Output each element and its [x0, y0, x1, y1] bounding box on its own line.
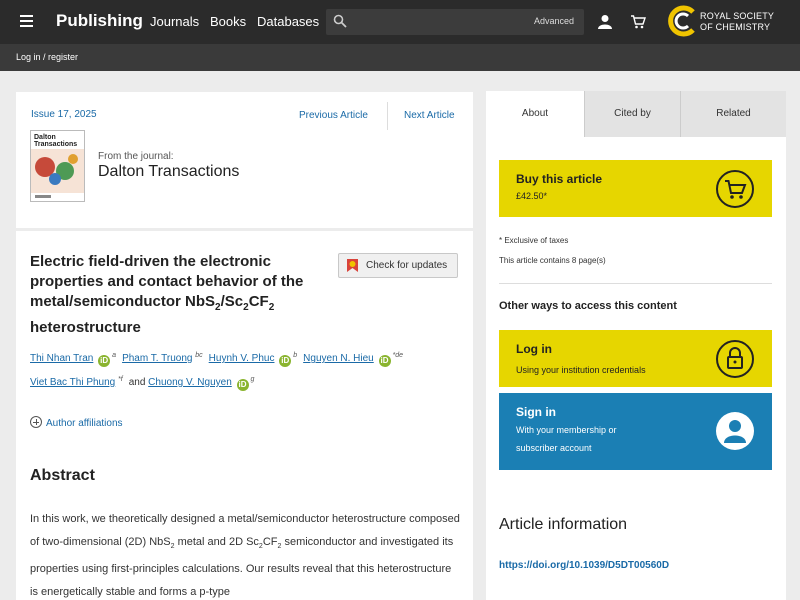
buy-article-button[interactable]: Buy this article £42.50* [499, 160, 772, 217]
author-conjunction: and [128, 377, 149, 388]
orcid-icon[interactable]: iD [279, 355, 292, 367]
orcid-icon[interactable]: iD [236, 379, 249, 391]
sidebar-tabs: About Cited by Related [486, 91, 786, 137]
author-affiliations-toggle[interactable]: Author affiliations [30, 416, 123, 429]
page-count-note: This article contains 8 page(s) [499, 256, 606, 265]
author-link[interactable]: Pham T. Truong [122, 353, 192, 364]
orcid-icon[interactable]: iD [378, 355, 391, 367]
previous-article-link[interactable]: Previous Article [299, 110, 368, 121]
tax-note: * Exclusive of taxes [499, 236, 569, 245]
doi-link[interactable]: https://doi.org/10.1039/D5DT00560D [499, 560, 669, 571]
orcid-icon[interactable]: iD [98, 355, 111, 367]
affiliation-marker: g [250, 376, 255, 383]
tab-about[interactable]: About [486, 91, 584, 137]
journal-card: Issue 17, 2025 Previous Article Next Art… [16, 92, 473, 228]
other-access-heading: Other ways to access this content [499, 300, 677, 312]
nav-books[interactable]: Books [210, 14, 246, 29]
cart-icon [716, 170, 754, 208]
top-bar: Publishing Journals Books Databases Adva… [0, 0, 800, 44]
nav-databases[interactable]: Databases [257, 14, 319, 29]
check-for-updates-button[interactable]: Check for updates [338, 253, 458, 278]
menu-icon[interactable] [20, 15, 33, 27]
brand-link[interactable]: Publishing [56, 11, 143, 31]
member-signin-button[interactable]: Sign in With your membership or subscrib… [499, 393, 772, 470]
check-for-updates-label: Check for updates [366, 260, 448, 271]
from-journal-label: From the journal: [98, 151, 174, 162]
article-sidebar: About Cited by Related Buy this article … [486, 91, 786, 600]
plus-circle-icon [30, 416, 42, 428]
user-icon[interactable] [598, 14, 612, 29]
rsc-logo-icon[interactable] [668, 5, 698, 37]
authors-row-2: Viet Bac Thi Phung *f and Chuong V. Nguye… [30, 376, 260, 391]
signin-subtitle: With your membership or subscriber accou… [516, 425, 617, 453]
signin-title: Sign in [516, 405, 556, 419]
lock-icon [716, 340, 754, 378]
issue-link[interactable]: Issue 17, 2025 [31, 109, 97, 120]
affiliation-marker: *f [118, 376, 123, 383]
author-link[interactable]: Chuong V. Nguyen [148, 377, 232, 388]
article-card: Electric field-driven the electronic pro… [16, 231, 473, 600]
nav-journals[interactable]: Journals [150, 14, 199, 29]
affiliation-marker: a [112, 352, 117, 359]
person-icon [716, 412, 754, 450]
journal-name-link[interactable]: Dalton Transactions [98, 163, 239, 181]
article-price: £42.50* [516, 191, 548, 201]
search-icon[interactable] [333, 14, 347, 28]
cart-icon[interactable] [630, 14, 646, 29]
journal-cover-image[interactable]: Dalton Transactions [30, 130, 85, 202]
article-information-heading: Article information [499, 516, 628, 533]
abstract-heading: Abstract [30, 467, 95, 484]
search-bar: Advanced [326, 9, 584, 35]
divider [499, 283, 772, 284]
next-article-link[interactable]: Next Article [404, 110, 455, 121]
author-link[interactable]: Huynh V. Phuc [209, 353, 275, 364]
rsc-org-name[interactable]: ROYAL SOCIETY OF CHEMISTRY [700, 11, 774, 33]
affiliation-marker: *de [392, 352, 404, 359]
institution-login-button[interactable]: Log in Using your institution credential… [499, 330, 772, 387]
author-link[interactable]: Thi Nhan Tran [30, 353, 93, 364]
affiliation-marker: b [293, 352, 298, 359]
login-title: Log in [516, 342, 552, 356]
buy-article-title: Buy this article [516, 172, 603, 186]
tab-related[interactable]: Related [680, 91, 786, 137]
author-link[interactable]: Nguyen N. Hieu [303, 353, 374, 364]
account-bar: Log in / register [0, 44, 800, 71]
search-input[interactable] [354, 12, 524, 32]
article-nav-divider [387, 102, 388, 130]
login-register-link[interactable]: Log in / register [16, 52, 78, 62]
affiliation-marker: bc [195, 352, 203, 359]
tab-cited-by[interactable]: Cited by [584, 91, 680, 137]
login-subtitle: Using your institution credentials [516, 365, 646, 375]
advanced-search-link[interactable]: Advanced [534, 16, 574, 26]
article-title: Electric field-driven the electronic pro… [30, 253, 304, 336]
authors-row-1: Thi Nhan Tran iDa Pham T. Truong bc Huynh … [30, 352, 409, 367]
abstract-text: In this work, we theoretically designed … [30, 513, 460, 599]
author-link[interactable]: Viet Bac Thi Phung [30, 377, 115, 388]
crossmark-icon [347, 259, 358, 272]
